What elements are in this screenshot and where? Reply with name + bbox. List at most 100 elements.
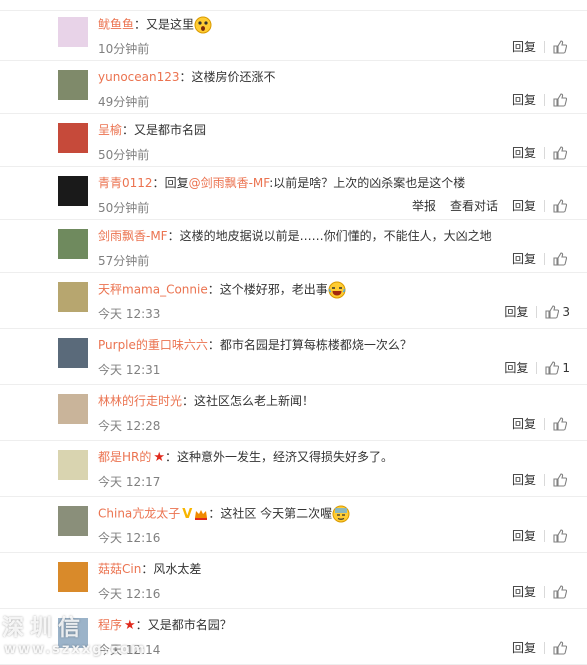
comment-time: 今天 12:17 — [98, 475, 161, 489]
comment-separator: ： — [208, 506, 221, 521]
comment-time: 50分钟前 — [98, 148, 150, 162]
like-button[interactable] — [553, 528, 570, 543]
thumbs-up-icon — [553, 416, 567, 431]
avatar[interactable] — [58, 176, 88, 206]
avatar[interactable] — [58, 229, 88, 259]
comment-text: 这种意外一发生，经济又得损失好多了。 — [177, 450, 394, 464]
comment-row: China亢龙太子 V ：这社区 今天第二次喔 今天 12:16 回复 — [0, 497, 587, 553]
reply-link[interactable]: 回复 — [512, 471, 536, 488]
avatar[interactable] — [58, 17, 88, 47]
comment-row: yunocean123：这楼房价还涨不 49分钟前 回复 — [0, 61, 587, 114]
avatar[interactable] — [58, 394, 88, 424]
like-button[interactable] — [553, 39, 570, 54]
comment-username-link[interactable]: 林林的行走时光 — [98, 394, 182, 408]
reply-link[interactable]: 回复 — [512, 639, 536, 656]
comment-text: 这楼的地皮据说以前是……你们懂的，不能住人，大凶之地 — [179, 229, 492, 243]
action-divider — [536, 305, 538, 318]
thumbs-up-icon — [553, 198, 567, 213]
comment-list: 鱿鱼鱼：又是这里 10分钟前 回复 yunocean123：这楼房价还涨不 49分钟前回… — [0, 8, 587, 665]
action-divider — [544, 473, 545, 486]
comment-text: 又是都市名园 — [134, 123, 207, 137]
avatar[interactable] — [58, 70, 88, 100]
comment-actions: 回复 — [498, 415, 570, 432]
comment-time: 57分钟前 — [98, 254, 150, 268]
like-button[interactable] — [553, 92, 570, 107]
comment-separator: ： — [179, 70, 192, 84]
avatar[interactable] — [58, 282, 88, 312]
reply-link[interactable]: 回复 — [512, 250, 536, 267]
like-button[interactable] — [553, 472, 570, 487]
comment-row: 呈榆：又是都市名园 50分钟前 回复 — [0, 114, 587, 167]
comment-username-link[interactable]: 青青0112 — [98, 176, 153, 190]
comment-separator: ： — [141, 562, 154, 576]
avatar[interactable] — [58, 506, 88, 536]
like-button[interactable] — [553, 640, 570, 655]
comment-username-link[interactable]: China亢龙太子 — [98, 507, 180, 521]
reply-link[interactable]: 回复 — [504, 359, 528, 376]
reply-link[interactable]: 回复 — [512, 583, 536, 600]
comment-line: 都是HR的 ★：这种意外一发生，经济又得损失好多了。 — [98, 449, 393, 466]
comment-actions: 回复 — [498, 527, 570, 544]
like-button[interactable]: 1 — [545, 361, 570, 375]
avatar[interactable] — [58, 123, 88, 153]
like-button[interactable] — [553, 251, 570, 266]
view-dialog-link[interactable]: 查看对话 — [450, 197, 498, 214]
comment-line: 剑雨飘香-MF：这楼的地皮据说以前是……你们懂的，不能住人，大凶之地 — [98, 228, 492, 244]
reply-link[interactable]: 回复 — [512, 197, 536, 214]
avatar[interactable] — [58, 450, 88, 480]
comment-actions: 回复 — [498, 38, 570, 55]
like-button[interactable]: 3 — [545, 305, 570, 319]
thumbs-up-icon — [553, 472, 567, 487]
action-divider — [544, 417, 545, 430]
comment-time: 今天 12:31 — [98, 363, 161, 377]
reply-link[interactable]: 回复 — [512, 527, 536, 544]
thumbs-up-icon — [545, 360, 560, 375]
like-button[interactable] — [553, 198, 570, 213]
comment-actions: 回复 3 — [490, 303, 570, 320]
reply-link[interactable]: 回复 — [512, 144, 536, 161]
comment-actions: 回复 1 — [490, 359, 570, 376]
vip-crown-icon — [195, 510, 208, 520]
action-divider — [544, 146, 545, 159]
comment-separator: ： — [207, 338, 220, 352]
comment-row: 鱿鱼鱼：又是这里 10分钟前 回复 — [0, 8, 587, 61]
comment-username-link[interactable]: 呈榆 — [98, 123, 122, 137]
thumbs-up-icon — [553, 584, 567, 599]
avatar[interactable] — [58, 618, 88, 648]
like-button[interactable] — [553, 584, 570, 599]
comment-username-link[interactable]: 都是HR的 — [98, 450, 151, 464]
comment-row: 青青0112：回复@剑雨飘香-MF:以前是啥？上次的凶杀案也是这个楼 50分钟前举… — [0, 167, 587, 220]
comment-separator: ： — [152, 176, 165, 190]
like-button[interactable] — [553, 145, 570, 160]
comment-line: 呈榆：又是都市名园 — [98, 122, 206, 138]
comment-username-link[interactable]: 剑雨飘香-MF — [98, 229, 168, 243]
comment-username-link[interactable]: 程序 — [98, 618, 122, 632]
comment-username-link[interactable]: 鱿鱼鱼 — [98, 18, 134, 32]
reply-link[interactable]: 回复 — [512, 415, 536, 432]
like-count: 1 — [562, 360, 570, 375]
comment-actions: 回复 — [498, 583, 570, 600]
action-divider — [544, 529, 545, 542]
comment-row: 剑雨飘香-MF：这楼的地皮据说以前是……你们懂的，不能住人，大凶之地 57分钟前 回… — [0, 220, 587, 273]
avatar[interactable] — [58, 338, 88, 368]
report-link[interactable]: 举报 — [412, 197, 436, 214]
thumbs-up-icon — [553, 251, 567, 266]
comment-row: 都是HR的 ★：这种意外一发生，经济又得损失好多了。 今天 12:17 回复 — [0, 441, 587, 497]
comment-line: 鱿鱼鱼：又是这里 — [98, 16, 212, 34]
action-divider — [544, 641, 545, 654]
member-star-icon: ★ — [153, 450, 166, 465]
comment-username-link[interactable]: 天秤mama_Connie — [98, 283, 208, 297]
reply-link[interactable]: 回复 — [512, 91, 536, 108]
mention-link[interactable]: @剑雨飘香-MF — [189, 176, 270, 190]
avatar[interactable] — [58, 562, 88, 592]
comment-text: 风水太差 — [153, 562, 202, 576]
like-button[interactable] — [553, 416, 570, 431]
reply-prefix: 回复 — [164, 176, 189, 190]
comment-username-link[interactable]: 菇菇Cin — [98, 562, 141, 576]
comment-username-link[interactable]: Purple的重口味六六 — [98, 338, 208, 352]
comment-line: Purple的重口味六六：都市名园是打算每栋楼都烧一次么？ — [98, 337, 412, 353]
reply-link[interactable]: 回复 — [504, 303, 528, 320]
reply-link[interactable]: 回复 — [512, 38, 536, 55]
comment-username-link[interactable]: yunocean123 — [98, 70, 180, 84]
comment-time: 今天 12:14 — [98, 643, 161, 657]
